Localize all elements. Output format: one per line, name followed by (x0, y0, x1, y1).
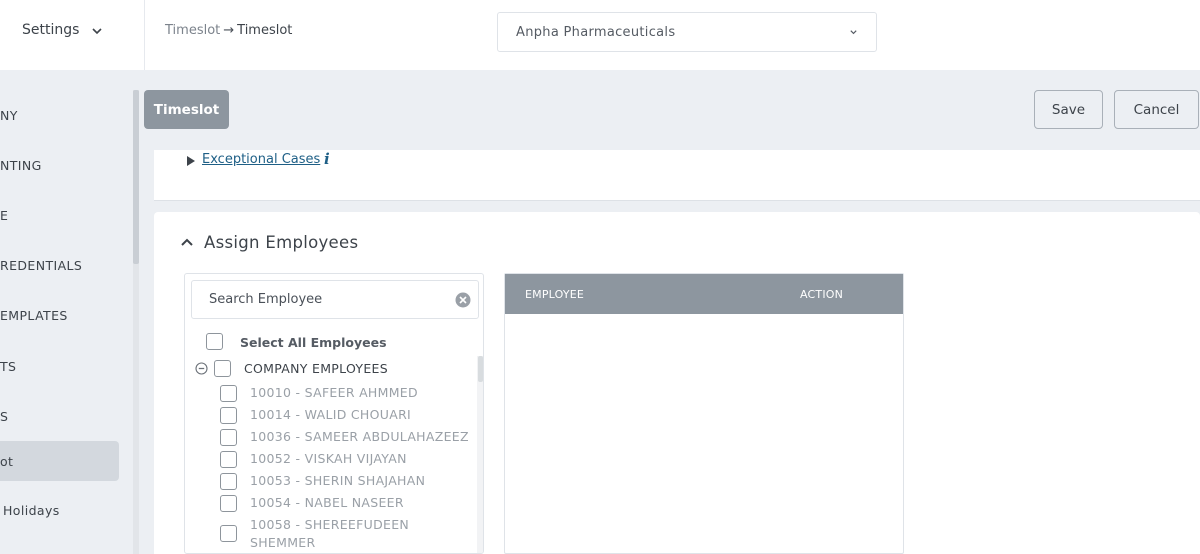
chevron-down-icon (92, 28, 102, 35)
sidebar-item-label: NY (0, 107, 18, 123)
collapse-circle-icon[interactable] (195, 362, 208, 375)
exceptional-cases-link[interactable]: Exceptional Cases (202, 152, 320, 167)
breadcrumb-parent[interactable]: Timeslot (165, 23, 220, 38)
search-input[interactable] (192, 281, 478, 318)
chevron-down-icon (850, 30, 857, 35)
company-select-value: Anpha Pharmaceuticals (516, 25, 676, 40)
breadcrumb: Timeslot → Timeslot (165, 23, 292, 38)
cancel-button[interactable]: Cancel (1114, 90, 1199, 129)
sidebar-item-s[interactable]: S (0, 396, 119, 436)
employee-checkbox[interactable] (220, 385, 237, 402)
settings-menu[interactable]: Settings (0, 0, 145, 70)
top-bar: Settings Timeslot → Timeslot Anpha Pharmac… (0, 0, 1200, 70)
group-label: COMPANY EMPLOYEES (244, 361, 388, 376)
employee-checkbox[interactable] (220, 495, 237, 512)
employee-checkbox[interactable] (220, 525, 237, 542)
assigned-employees-table: EMPLOYEE ACTION (504, 273, 904, 554)
sidebar-item-templates[interactable]: EMPLATES (0, 295, 119, 335)
sidebar-item-company[interactable]: NY (0, 95, 119, 135)
employee-label: 10010 - SAFEER AHMMED (250, 385, 418, 400)
company-select[interactable]: Anpha Pharmaceuticals (497, 12, 877, 52)
breadcrumb-current: Timeslot (237, 23, 293, 38)
employee-checkbox[interactable] (220, 451, 237, 468)
employee-label: 10014 - WALID CHOUARI (250, 407, 412, 422)
employee-label: 10054 - NABEL NASEER (250, 495, 404, 510)
employee-label: 10053 - SHERIN SHAJAHAN (250, 473, 426, 488)
sidebar: NY NTING E REDENTIALS EMPLATES TS S ot H… (0, 70, 133, 554)
column-header-action: ACTION (800, 288, 844, 301)
select-all-checkbox[interactable] (206, 333, 223, 350)
sidebar-item-label: S (0, 408, 9, 424)
picker-scrollbar[interactable] (477, 356, 483, 553)
sidebar-item-label: E (0, 207, 9, 223)
sidebar-item-label: REDENTIALS (0, 257, 83, 273)
column-header-employee: EMPLOYEE (525, 288, 585, 301)
employee-label: 10058 - SHEREEFUDEEN SHEMMER (250, 517, 410, 550)
sidebar-item-label: ot (0, 453, 14, 469)
group-checkbox[interactable] (214, 360, 231, 377)
breadcrumb-arrow: → (223, 23, 235, 38)
settings-label: Settings (22, 22, 80, 38)
sidebar-item-label: Holidays (3, 502, 60, 518)
sidebar-item-timeslot[interactable]: ot (0, 441, 119, 481)
sidebar-item-ts[interactable]: TS (0, 346, 119, 386)
table-header: EMPLOYEE ACTION (505, 274, 903, 314)
search-box (191, 280, 479, 319)
expand-triangle-icon[interactable] (187, 156, 195, 166)
exceptional-cases-panel: Exceptional Cases i (154, 150, 1200, 201)
select-all-label: Select All Employees (240, 335, 387, 350)
clear-icon[interactable] (455, 292, 471, 308)
employee-checkbox[interactable] (220, 429, 237, 446)
employee-checkbox[interactable] (220, 407, 237, 424)
assign-employees-title: Assign Employees (204, 233, 359, 252)
sidebar-item-holidays[interactable]: Holidays (0, 490, 119, 530)
sidebar-item-label: TS (0, 358, 17, 374)
sidebar-item-accounting[interactable]: NTING (0, 145, 119, 185)
employee-picker: Select All Employees COMPANY EMPLOYEES 1… (184, 273, 484, 554)
sidebar-item-label: EMPLATES (0, 307, 68, 323)
info-icon[interactable]: i (324, 150, 330, 168)
sidebar-item-credentials[interactable]: REDENTIALS (0, 245, 119, 285)
sidebar-item-e[interactable]: E (0, 195, 119, 235)
assign-employees-panel: Assign Employees Select All Employees CO… (154, 212, 1200, 554)
sidebar-item-label: NTING (0, 157, 42, 173)
employee-checkbox[interactable] (220, 473, 237, 490)
tab-timeslot[interactable]: Timeslot (144, 90, 229, 129)
chevron-up-icon[interactable] (180, 237, 194, 247)
picker-scrollbar-thumb[interactable] (478, 356, 483, 382)
save-button[interactable]: Save (1034, 90, 1103, 129)
employee-label: 10052 - VISKAH VIJAYAN (250, 451, 407, 466)
sidebar-scrollbar-thumb[interactable] (133, 90, 139, 264)
employee-label: 10036 - SAMEER ABDULAHAZEEZ (250, 429, 469, 444)
